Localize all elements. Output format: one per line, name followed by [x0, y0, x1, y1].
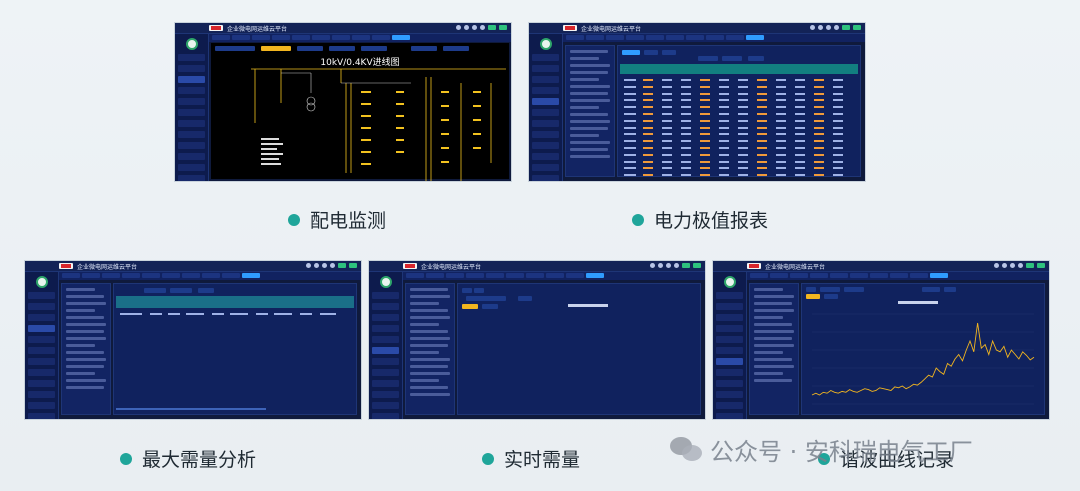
device-tree[interactable]: [749, 283, 799, 415]
app-title: 企业微电网运维云平台: [77, 264, 138, 271]
table-row: [620, 85, 858, 89]
screenshot-distribution-monitoring: 企业微电网运维云平台 10kV/0.4KV进线图: [174, 22, 512, 182]
bullet-dot: [288, 213, 300, 226]
wechat-watermark: 公众号 · 安科瑞电气工厂: [670, 432, 973, 467]
app-topbar: 企业微电网运维云平台: [175, 23, 511, 34]
table-row: [620, 112, 858, 116]
wechat-icon: [670, 435, 704, 465]
bullet-dot: [632, 213, 644, 226]
bullet-dot: [120, 452, 132, 465]
caption-text: 电力极值报表: [654, 210, 769, 232]
table-row: [620, 139, 858, 143]
caption-text: 最大需量分析: [142, 449, 257, 471]
acrel-logo: [747, 263, 761, 269]
topbar-icons: [994, 263, 1045, 268]
sidebar: [25, 272, 59, 419]
table-row: [620, 173, 858, 177]
series-line: [811, 322, 1035, 396]
device-tree[interactable]: [405, 283, 455, 415]
screenshot-power-extreme-report: 企业微电网运维云平台: [528, 22, 866, 182]
caption-realtime-demand: 实时需量: [482, 445, 580, 472]
table-row: [620, 119, 858, 123]
extreme-value-table: [617, 45, 861, 177]
tab-strip[interactable]: [59, 272, 361, 280]
table-row: [620, 98, 858, 102]
app-title: 企业微电网运维云平台: [765, 264, 826, 271]
tab-strip[interactable]: [563, 34, 865, 42]
app-title: 企业微电网运维云平台: [227, 26, 288, 33]
table-row: [620, 166, 858, 170]
sidebar: [369, 272, 403, 419]
app-title: 企业微电网运维云平台: [581, 26, 642, 33]
tab-strip[interactable]: [747, 272, 1049, 280]
screenshot-realtime-demand: 企业微电网运维云平台: [368, 260, 706, 420]
acrel-logo: [563, 25, 577, 31]
screenshot-harmonic-curve-record: 企业微电网运维云平台: [712, 260, 1050, 420]
harmonic-chart-panel: [801, 283, 1045, 415]
table-row: [620, 132, 858, 136]
sidebar: [713, 272, 747, 419]
max-demand-table: [113, 283, 357, 415]
topbar-icons: [456, 25, 507, 30]
acrel-logo: [209, 25, 223, 31]
device-tree[interactable]: [61, 283, 111, 415]
topbar-icons: [306, 263, 357, 268]
avatar[interactable]: [185, 38, 198, 50]
table-row: [620, 105, 858, 109]
device-tree[interactable]: [565, 45, 615, 177]
acrel-logo: [59, 263, 73, 269]
harmonic-line-chart: [811, 313, 1035, 405]
table-row: [620, 92, 858, 96]
topbar-icons: [650, 263, 701, 268]
app-topbar: 企业微电网运维云平台: [369, 261, 705, 272]
sidebar: [529, 34, 563, 181]
avatar[interactable]: [35, 276, 48, 288]
acrel-logo: [403, 263, 417, 269]
app-topbar: 企业微电网运维云平台: [529, 23, 865, 34]
table-row: [620, 78, 858, 82]
table-row: [620, 160, 858, 164]
table-row: [620, 146, 858, 150]
table-header: [620, 64, 858, 74]
app-topbar: 企业微电网运维云平台: [713, 261, 1049, 272]
tab-strip[interactable]: [209, 34, 511, 42]
caption-power-extreme-report: 电力极值报表: [632, 206, 768, 233]
topbar-icons: [810, 25, 861, 30]
caption-text: 实时需量: [504, 449, 581, 471]
caption-max-demand-analysis: 最大需量分析: [120, 445, 256, 472]
tab-strip[interactable]: [403, 272, 705, 280]
table-row: [620, 153, 858, 157]
bullet-dot: [482, 452, 494, 465]
caption-text: 配电监测: [310, 210, 387, 232]
diagram-lines: [251, 68, 506, 181]
avatar[interactable]: [379, 276, 392, 288]
app-title: 企业微电网运维云平台: [421, 264, 482, 271]
screenshot-max-demand-analysis: 企业微电网运维云平台: [24, 260, 362, 420]
table-row: [620, 126, 858, 130]
sidebar: [175, 34, 209, 181]
single-line-diagram: 10kV/0.4KV进线图: [211, 43, 509, 181]
avatar[interactable]: [723, 276, 736, 288]
app-topbar: 企业微电网运维云平台: [25, 261, 361, 272]
caption-distribution-monitoring: 配电监测: [288, 206, 386, 233]
watermark-text: 公众号 · 安科瑞电气工厂: [710, 438, 973, 466]
avatar[interactable]: [539, 38, 552, 50]
table-header: [116, 296, 354, 308]
realtime-demand-view: [457, 283, 701, 415]
